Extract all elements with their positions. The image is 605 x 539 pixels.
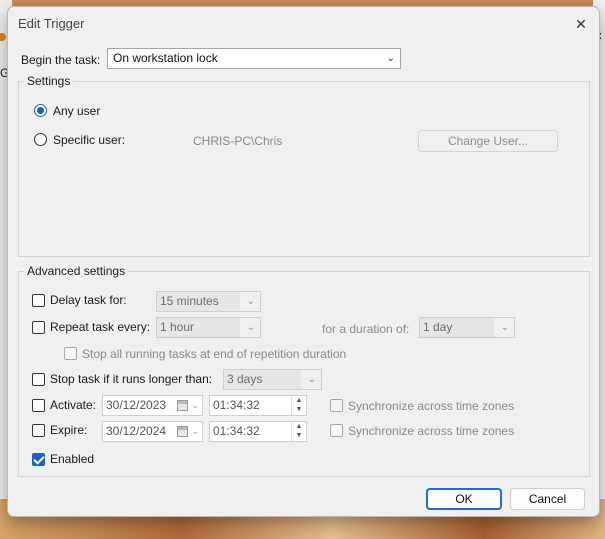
- chevron-down-icon: ⌄: [386, 53, 395, 64]
- spin-down-icon: ▼: [295, 406, 303, 413]
- advanced-settings-title: Advanced settings: [24, 264, 129, 278]
- chevron-down-icon: ⌄: [500, 322, 509, 333]
- specific-user-label: Specific user:: [53, 133, 126, 147]
- expire-sync-checkbox[interactable]: [330, 424, 343, 437]
- expire-label: Expire:: [50, 423, 88, 437]
- delay-task-label: Delay task for:: [50, 293, 127, 307]
- duration-value: 1 day: [420, 318, 494, 337]
- settings-group-title: Settings: [24, 74, 74, 88]
- chevron-down-icon: ⌄: [246, 296, 255, 307]
- background-app-icon: [0, 33, 6, 41]
- chevron-down-icon: ⌄: [191, 400, 199, 410]
- stop-running-tasks-checkbox[interactable]: [64, 347, 77, 360]
- expire-date-value: 30/12/2024: [106, 424, 167, 438]
- activate-time-spinner[interactable]: ▲ ▼: [291, 396, 306, 415]
- repeat-task-label: Repeat task every:: [50, 320, 151, 334]
- repeat-task-value: 1 hour: [157, 318, 240, 337]
- ok-button[interactable]: OK: [426, 488, 502, 510]
- duration-label: for a duration of:: [322, 322, 410, 336]
- delay-task-checkbox[interactable]: [32, 294, 45, 307]
- change-user-button[interactable]: Change User...: [418, 130, 558, 152]
- repeat-task-select[interactable]: 1 hour ⌄: [156, 317, 261, 338]
- stop-task-longer-label: Stop task if it runs longer than:: [50, 372, 213, 386]
- title-bar: Edit Trigger ✕: [8, 7, 599, 39]
- close-button[interactable]: ✕: [571, 14, 591, 34]
- repeat-task-checkbox[interactable]: [32, 321, 45, 334]
- specific-user-value: CHRIS-PC\Chris: [193, 134, 283, 148]
- spin-up-icon: ▲: [295, 397, 303, 404]
- stop-task-longer-checkbox[interactable]: [32, 373, 45, 386]
- activate-sync-checkbox[interactable]: [330, 399, 343, 412]
- chevron-down-icon: ⌄: [246, 322, 255, 333]
- expire-sync-label: Synchronize across time zones: [348, 424, 515, 438]
- enabled-label: Enabled: [50, 452, 95, 466]
- calendar-icon: [177, 426, 188, 437]
- activate-time-value: 01:34:32: [213, 398, 260, 412]
- activate-date-picker[interactable]: 30/12/2023 ⌄: [102, 395, 203, 416]
- expire-time-spinner[interactable]: ▲ ▼: [291, 422, 306, 441]
- spin-down-icon: ▼: [295, 432, 303, 439]
- close-icon: ✕: [575, 15, 587, 32]
- duration-select[interactable]: 1 day ⌄: [419, 317, 515, 338]
- specific-user-radio[interactable]: [34, 133, 47, 146]
- expire-date-picker[interactable]: 30/12/2024 ⌄: [102, 421, 203, 442]
- stop-task-longer-value: 3 days: [224, 370, 301, 389]
- activate-time-field[interactable]: 01:34:32 ▲ ▼: [209, 395, 307, 416]
- expire-time-field[interactable]: 01:34:32 ▲ ▼: [209, 421, 307, 442]
- any-user-radio[interactable]: [34, 104, 47, 117]
- activate-checkbox[interactable]: [32, 399, 45, 412]
- stop-task-longer-select[interactable]: 3 days ⌄: [223, 369, 322, 390]
- chevron-down-icon: ⌄: [307, 374, 316, 385]
- chevron-down-icon: ⌄: [191, 426, 199, 436]
- edit-trigger-dialog: Edit Trigger ✕ Begin the task: On workst…: [7, 6, 600, 517]
- enabled-checkbox[interactable]: [32, 453, 45, 466]
- any-user-label: Any user: [53, 104, 101, 118]
- begin-task-value: On workstation lock: [113, 51, 218, 65]
- delay-task-select[interactable]: 15 minutes ⌄: [156, 291, 261, 312]
- begin-task-label: Begin the task:: [21, 53, 101, 67]
- activate-sync-label: Synchronize across time zones: [348, 399, 515, 413]
- activate-label: Activate:: [50, 398, 97, 412]
- calendar-icon: [177, 400, 188, 411]
- begin-task-select[interactable]: On workstation lock ⌄: [107, 48, 401, 69]
- expire-checkbox[interactable]: [32, 424, 45, 437]
- activate-date-value: 30/12/2023: [106, 398, 167, 412]
- spin-up-icon: ▲: [295, 423, 303, 430]
- stop-running-tasks-label: Stop all running tasks at end of repetit…: [82, 347, 347, 361]
- expire-time-value: 01:34:32: [213, 424, 260, 438]
- delay-task-value: 15 minutes: [157, 292, 240, 311]
- cancel-button[interactable]: Cancel: [510, 488, 585, 510]
- settings-group: [18, 81, 590, 257]
- window-title: Edit Trigger: [18, 16, 85, 31]
